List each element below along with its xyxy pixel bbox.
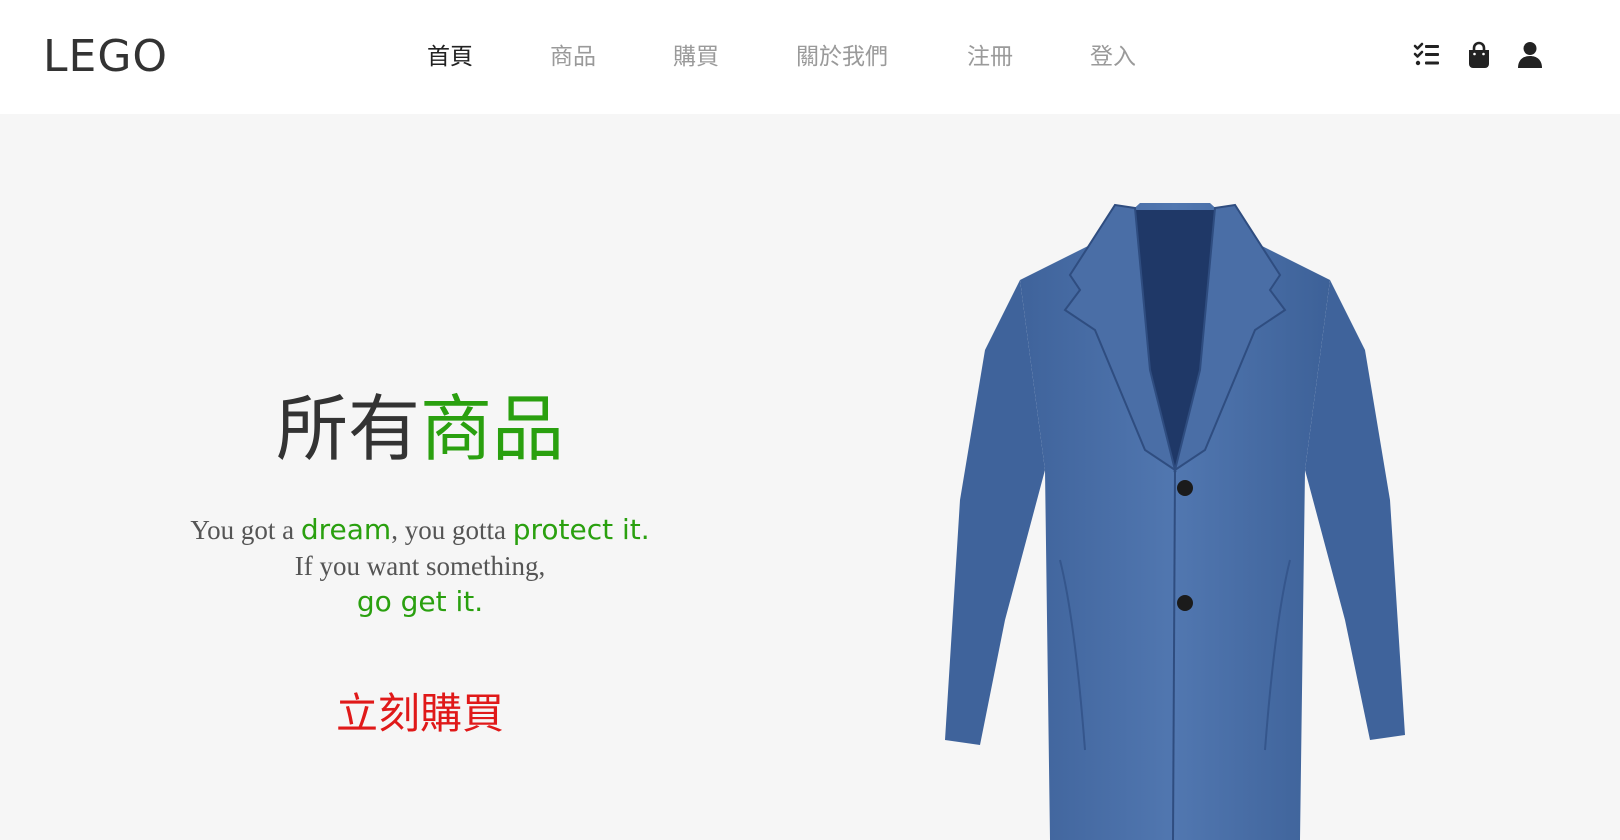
nav-item-login[interactable]: 登入	[1090, 40, 1136, 74]
slogan-highlight-protect: protect it.	[512, 513, 650, 546]
nav-item-register[interactable]: 注冊	[967, 40, 1013, 74]
slogan-line-2: If you want something,	[294, 551, 546, 581]
coat-product-image	[945, 203, 1405, 840]
nav-item-home[interactable]: 首頁	[427, 40, 473, 74]
hero-section: 所有商品 You got a dream, you gotta protect …	[0, 114, 1620, 840]
slogan-text: , you gotta	[391, 515, 513, 545]
nav-item-about[interactable]: 關於我們	[796, 40, 888, 74]
slogan-line-3: go get it.	[0, 584, 840, 620]
slogan-highlight-dream: dream	[300, 513, 392, 546]
nav-item-buy[interactable]: 購買	[673, 40, 719, 74]
hero-title-part1: 所有	[275, 387, 420, 471]
checklist-icon[interactable]	[1412, 40, 1442, 70]
shopping-bag-icon[interactable]	[1464, 40, 1494, 70]
user-icon[interactable]	[1515, 40, 1545, 70]
top-navbar: LEGO 首頁 商品 購買 關於我們 注冊 登入	[0, 0, 1620, 114]
brand-logo[interactable]: LEGO	[43, 30, 168, 84]
hero-title: 所有商品	[0, 386, 840, 472]
buy-now-button[interactable]: 立刻購買	[0, 684, 840, 744]
slogan-highlight-go-get-it: go get it.	[356, 585, 484, 618]
nav-item-products[interactable]: 商品	[550, 40, 596, 74]
hero-slogan: You got a dream, you gotta protect it. I…	[0, 512, 840, 620]
slogan-line-1: You got a dream, you gotta protect it.	[0, 512, 840, 548]
slogan-text: You got a	[190, 515, 301, 545]
hero-title-part2: 商品	[420, 387, 565, 471]
